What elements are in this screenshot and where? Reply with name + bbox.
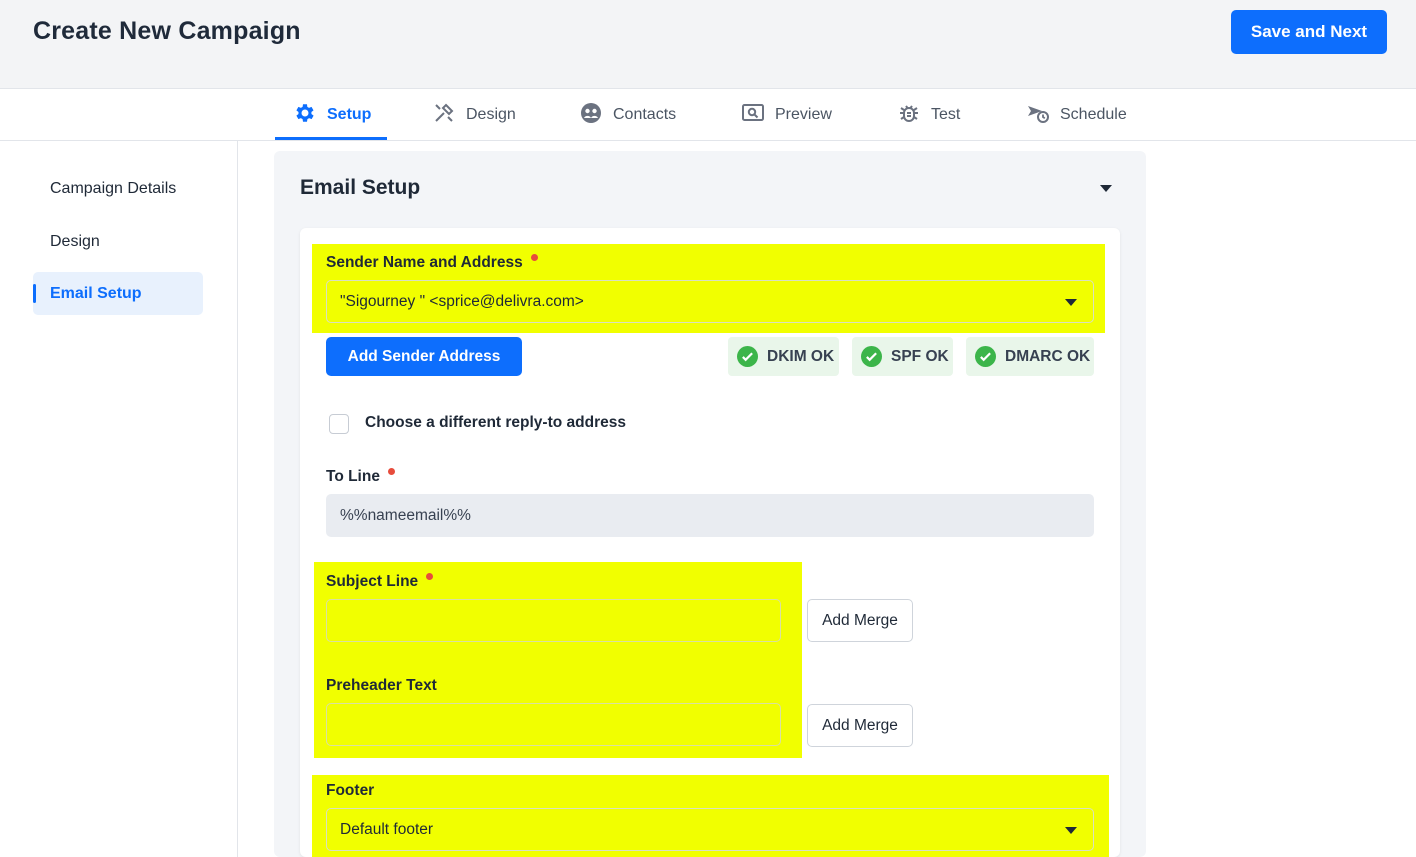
sender-label: Sender Name and Address <box>326 254 538 272</box>
active-tab-indicator <box>275 137 387 140</box>
panel-title: Email Setup <box>300 176 421 199</box>
collapse-caret-icon[interactable] <box>1100 185 1112 192</box>
footer-label: Footer <box>326 782 375 799</box>
tab-label: Preview <box>775 106 832 123</box>
chevron-down-icon <box>1065 827 1077 834</box>
subject-add-merge-button[interactable]: Add Merge <box>807 599 913 642</box>
footer-select[interactable]: Default footer <box>326 808 1094 851</box>
reply-to-label[interactable]: Choose a different reply-to address <box>365 414 626 432</box>
required-indicator <box>530 254 538 261</box>
preheader-input[interactable] <box>326 703 781 746</box>
tab-test[interactable]: Test <box>897 89 960 141</box>
tab-label: Design <box>466 106 516 123</box>
tab-label: Contacts <box>613 106 677 123</box>
tab-label: Setup <box>327 106 372 123</box>
sidebar-item-label: Campaign Details <box>50 179 177 197</box>
page-title: Create New Campaign <box>33 17 301 45</box>
subject-line-input[interactable] <box>326 599 781 642</box>
check-circle-icon <box>861 346 882 367</box>
tab-preview[interactable]: Preview <box>741 89 832 141</box>
tab-contacts[interactable]: Contacts <box>579 89 676 141</box>
top-bar: Create New Campaign Save and Next <box>0 0 1416 89</box>
bug-icon <box>897 101 921 130</box>
step-tabs: Setup Design Contacts Preview Test Sched… <box>0 89 1416 141</box>
check-circle-icon <box>975 346 996 367</box>
contacts-icon <box>579 101 603 130</box>
tab-design[interactable]: Design <box>432 89 516 141</box>
dkim-status-badge: DKIM OK <box>728 337 839 376</box>
sidebar-item-email-setup[interactable]: Email Setup <box>33 272 203 315</box>
check-circle-icon <box>737 346 758 367</box>
sender-select-value: "Sigourney " <sprice@delivra.com> <box>340 292 584 310</box>
sidebar-item-label: Design <box>50 232 100 250</box>
schedule-icon <box>1026 101 1050 130</box>
chevron-down-icon <box>1065 299 1077 306</box>
required-indicator <box>387 468 395 475</box>
dmarc-status-badge: DMARC OK <box>966 337 1094 376</box>
preview-icon <box>741 101 765 130</box>
tab-setup[interactable]: Setup <box>293 89 371 141</box>
tab-label: Test <box>931 106 961 123</box>
to-line-field[interactable]: %%nameemail%% <box>326 494 1094 537</box>
design-tools-icon <box>432 101 456 130</box>
preheader-label: Preheader Text <box>326 677 437 694</box>
tab-label: Schedule <box>1060 106 1127 123</box>
sidebar-item-design[interactable]: Design <box>33 220 203 263</box>
reply-to-checkbox[interactable] <box>329 414 349 434</box>
sidebar-item-label: Email Setup <box>50 284 142 302</box>
subject-line-label: Subject Line <box>326 573 434 591</box>
preheader-add-merge-button[interactable]: Add Merge <box>807 704 913 747</box>
sidebar-item-campaign-details[interactable]: Campaign Details <box>33 167 203 210</box>
add-sender-address-button[interactable]: Add Sender Address <box>326 337 522 376</box>
tab-schedule[interactable]: Schedule <box>1026 89 1127 141</box>
to-line-value: %%nameemail%% <box>340 506 471 524</box>
save-and-next-button[interactable]: Save and Next <box>1231 10 1387 54</box>
gear-icon <box>293 101 317 130</box>
to-line-label: To Line <box>326 468 395 486</box>
required-indicator <box>426 573 434 580</box>
sender-select[interactable]: "Sigourney " <sprice@delivra.com> <box>326 280 1094 323</box>
spf-status-badge: SPF OK <box>852 337 953 376</box>
footer-select-value: Default footer <box>340 820 434 838</box>
